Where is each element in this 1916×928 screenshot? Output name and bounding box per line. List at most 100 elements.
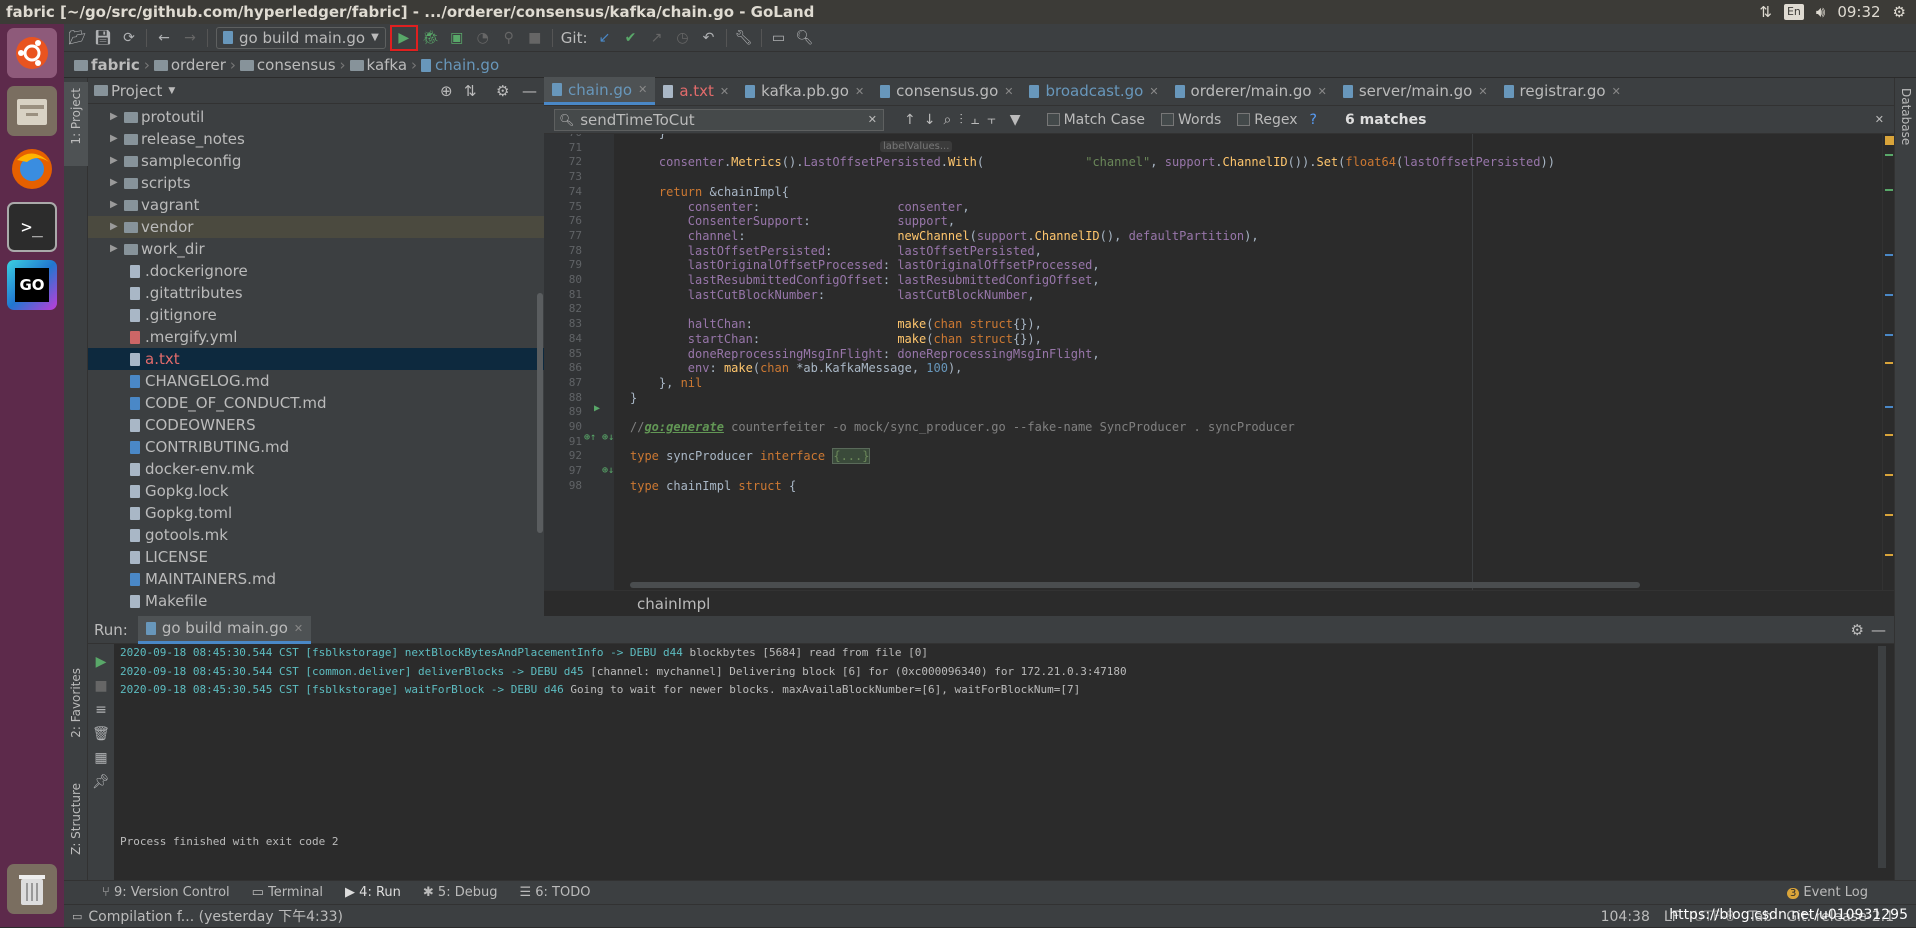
collapse-all-icon[interactable]: ⇅ bbox=[464, 82, 477, 100]
tab-chain-go[interactable]: chain.go ✕ bbox=[544, 77, 656, 105]
console-output[interactable]: 2020-09-18 08:45:30.544 CST [fsblkstorag… bbox=[120, 646, 1860, 853]
tab-orderer-main-go[interactable]: orderer/main.go ✕ bbox=[1167, 77, 1335, 105]
close-icon[interactable]: ✕ bbox=[1478, 85, 1487, 98]
status-message[interactable]: Compilation f... (yesterday 下午4:33) bbox=[88, 906, 343, 926]
sync-icon[interactable]: ⟳ bbox=[116, 26, 142, 50]
tree-folder-release-notes[interactable]: ▶ release_notes bbox=[88, 128, 544, 150]
rerun-icon[interactable]: ▶ bbox=[88, 650, 114, 674]
find-input[interactable]: 🔍︎ sendTimeToCut ✕ bbox=[554, 108, 884, 131]
change-marker[interactable] bbox=[1885, 154, 1893, 156]
console-scrollbar[interactable] bbox=[1878, 646, 1886, 868]
tab-run[interactable]: ▶ 4: Run bbox=[345, 885, 401, 900]
trash-icon[interactable] bbox=[7, 864, 57, 914]
chevron-right-icon[interactable]: ▶ bbox=[110, 194, 118, 216]
search-everywhere-icon[interactable]: 🔍︎ bbox=[792, 26, 818, 50]
hide-icon[interactable]: — bbox=[522, 82, 537, 100]
tree-folder-vendor[interactable]: ▶ vendor bbox=[88, 216, 544, 238]
warning-marker[interactable] bbox=[1885, 362, 1893, 364]
next-occurrence-icon[interactable]: ↓ bbox=[924, 112, 936, 128]
tree-file-gopkg-toml[interactable]: Gopkg.toml bbox=[88, 502, 544, 524]
close-icon[interactable]: ✕ bbox=[1149, 85, 1158, 98]
caret-position[interactable]: 104:38 bbox=[1601, 909, 1650, 925]
layout-icon[interactable]: ▦ bbox=[88, 746, 114, 770]
files-icon[interactable] bbox=[7, 86, 57, 136]
open-folder-icon[interactable]: 📂︎ bbox=[64, 26, 90, 50]
tab-server-main-go[interactable]: server/main.go ✕ bbox=[1335, 77, 1496, 105]
chevron-right-icon[interactable]: ▶ bbox=[110, 172, 118, 194]
tree-file-changelog[interactable]: CHANGELOG.md bbox=[88, 370, 544, 392]
tab-broadcast-go[interactable]: broadcast.go ✕ bbox=[1021, 77, 1166, 105]
tree-file-contributing[interactable]: CONTRIBUTING.md bbox=[88, 436, 544, 458]
error-stripe[interactable] bbox=[1882, 134, 1894, 590]
close-icon[interactable]: ✕ bbox=[855, 85, 864, 98]
close-icon[interactable]: ✕ bbox=[720, 85, 729, 98]
previous-occurrence-icon[interactable]: ↑ bbox=[904, 112, 916, 128]
breadcrumb-item-chain-go[interactable]: chain.go bbox=[421, 56, 499, 74]
network-icon[interactable]: ⇅ bbox=[1759, 0, 1772, 24]
warning-marker[interactable] bbox=[1885, 434, 1893, 436]
forward-icon[interactable]: → bbox=[177, 26, 203, 50]
project-view-select[interactable]: Project bbox=[111, 82, 162, 100]
close-icon[interactable]: ✕ bbox=[638, 83, 647, 96]
attach-icon[interactable]: ⚲ bbox=[496, 26, 522, 50]
save-all-icon[interactable]: 💾︎ bbox=[90, 26, 116, 50]
breadcrumb-item-orderer[interactable]: orderer bbox=[153, 56, 226, 74]
tree-file-gopkg-lock[interactable]: Gopkg.lock bbox=[88, 480, 544, 502]
breadcrumb-item-fabric[interactable]: fabric bbox=[74, 56, 140, 74]
project-structure-icon[interactable]: ▭ bbox=[766, 26, 792, 50]
scroll-to-end-icon[interactable]: ≡ bbox=[88, 698, 114, 722]
tree-file-a-txt[interactable]: a.txt bbox=[88, 348, 544, 370]
tree-folder-sampleconfig[interactable]: ▶ sampleconfig bbox=[88, 150, 544, 172]
breadcrumb-item-consensus[interactable]: consensus bbox=[239, 56, 336, 74]
run-button[interactable]: ▶ bbox=[389, 24, 418, 51]
pin-icon[interactable]: 📌︎ bbox=[88, 770, 114, 794]
tree-file-gitattributes[interactable]: .gitattributes bbox=[88, 282, 544, 304]
gutter-implemented-icon[interactable]: ⊕↑ ⊕↓ bbox=[584, 432, 614, 443]
event-log[interactable]: 3 Event Log bbox=[1787, 885, 1868, 900]
tab-terminal[interactable]: ▭ Terminal bbox=[252, 885, 323, 900]
firefox-icon[interactable] bbox=[7, 144, 57, 194]
change-marker[interactable] bbox=[1885, 334, 1893, 336]
close-icon[interactable]: ✕ bbox=[1004, 85, 1013, 98]
gutter-implements-icon[interactable]: ⊕↓ bbox=[602, 465, 614, 476]
tree-file-maintainers[interactable]: MAINTAINERS.md bbox=[88, 568, 544, 590]
tab-version-control[interactable]: ⑂ 9: Version Control bbox=[102, 885, 230, 900]
settings-icon[interactable]: ⚙ bbox=[1851, 621, 1864, 639]
run-tab[interactable]: go build main.go ✕ bbox=[137, 615, 312, 644]
database-tool-label[interactable]: Database bbox=[1899, 88, 1913, 145]
tree-folder-scripts[interactable]: ▶ scripts bbox=[88, 172, 544, 194]
tree-scrollbar[interactable] bbox=[537, 293, 543, 533]
project-tool-button[interactable]: 1: Project bbox=[64, 82, 88, 166]
git-commit-icon[interactable]: ✔ bbox=[618, 26, 644, 50]
clear-icon[interactable]: ✕ bbox=[868, 113, 877, 126]
words-checkbox[interactable]: Words bbox=[1161, 112, 1221, 128]
hide-icon[interactable]: — bbox=[1871, 621, 1886, 639]
git-update-icon[interactable]: ↙ bbox=[592, 26, 618, 50]
run-configuration-select[interactable]: go build main.go ▼ bbox=[216, 26, 386, 49]
tab-a-txt[interactable]: a.txt ✕ bbox=[655, 77, 737, 105]
regex-checkbox[interactable]: Regex bbox=[1237, 112, 1298, 128]
tree-file-gotools[interactable]: gotools.mk bbox=[88, 524, 544, 546]
select-all-occurrences-icon[interactable]: ⫶ bbox=[959, 112, 963, 128]
git-push-icon[interactable]: ↗ bbox=[644, 26, 670, 50]
structure-tool-label[interactable]: Z: Structure bbox=[69, 783, 83, 855]
back-icon[interactable]: ← bbox=[151, 26, 177, 50]
chevron-right-icon[interactable]: ▶ bbox=[110, 216, 118, 238]
stop-icon[interactable]: ■ bbox=[88, 674, 114, 698]
tab-debug[interactable]: ✱ 5: Debug bbox=[423, 885, 498, 900]
tab-consensus-go[interactable]: consensus.go ✕ bbox=[872, 77, 1021, 105]
tab-kafka-pb-go[interactable]: kafka.pb.go ✕ bbox=[737, 77, 872, 105]
gutter-run-icon[interactable]: ▶ bbox=[594, 403, 600, 414]
profile-icon[interactable]: ◔ bbox=[470, 26, 496, 50]
tree-file-dockerignore[interactable]: .dockerignore bbox=[88, 260, 544, 282]
close-icon[interactable]: ✕ bbox=[1612, 85, 1621, 98]
tree-file-mergify[interactable]: .mergify.yml bbox=[88, 326, 544, 348]
tree-file-code-of-conduct[interactable]: CODE_OF_CONDUCT.md bbox=[88, 392, 544, 414]
wrench-icon[interactable]: 🔧︎ bbox=[731, 26, 757, 50]
editor-h-scrollbar[interactable] bbox=[630, 582, 1640, 588]
favorites-tool-label[interactable]: 2: Favorites bbox=[69, 668, 83, 738]
run-with-coverage-icon[interactable]: ▣ bbox=[444, 26, 470, 50]
inspection-status-icon[interactable] bbox=[1885, 136, 1894, 145]
tree-file-gitignore[interactable]: .gitignore bbox=[88, 304, 544, 326]
change-marker[interactable] bbox=[1885, 254, 1893, 256]
